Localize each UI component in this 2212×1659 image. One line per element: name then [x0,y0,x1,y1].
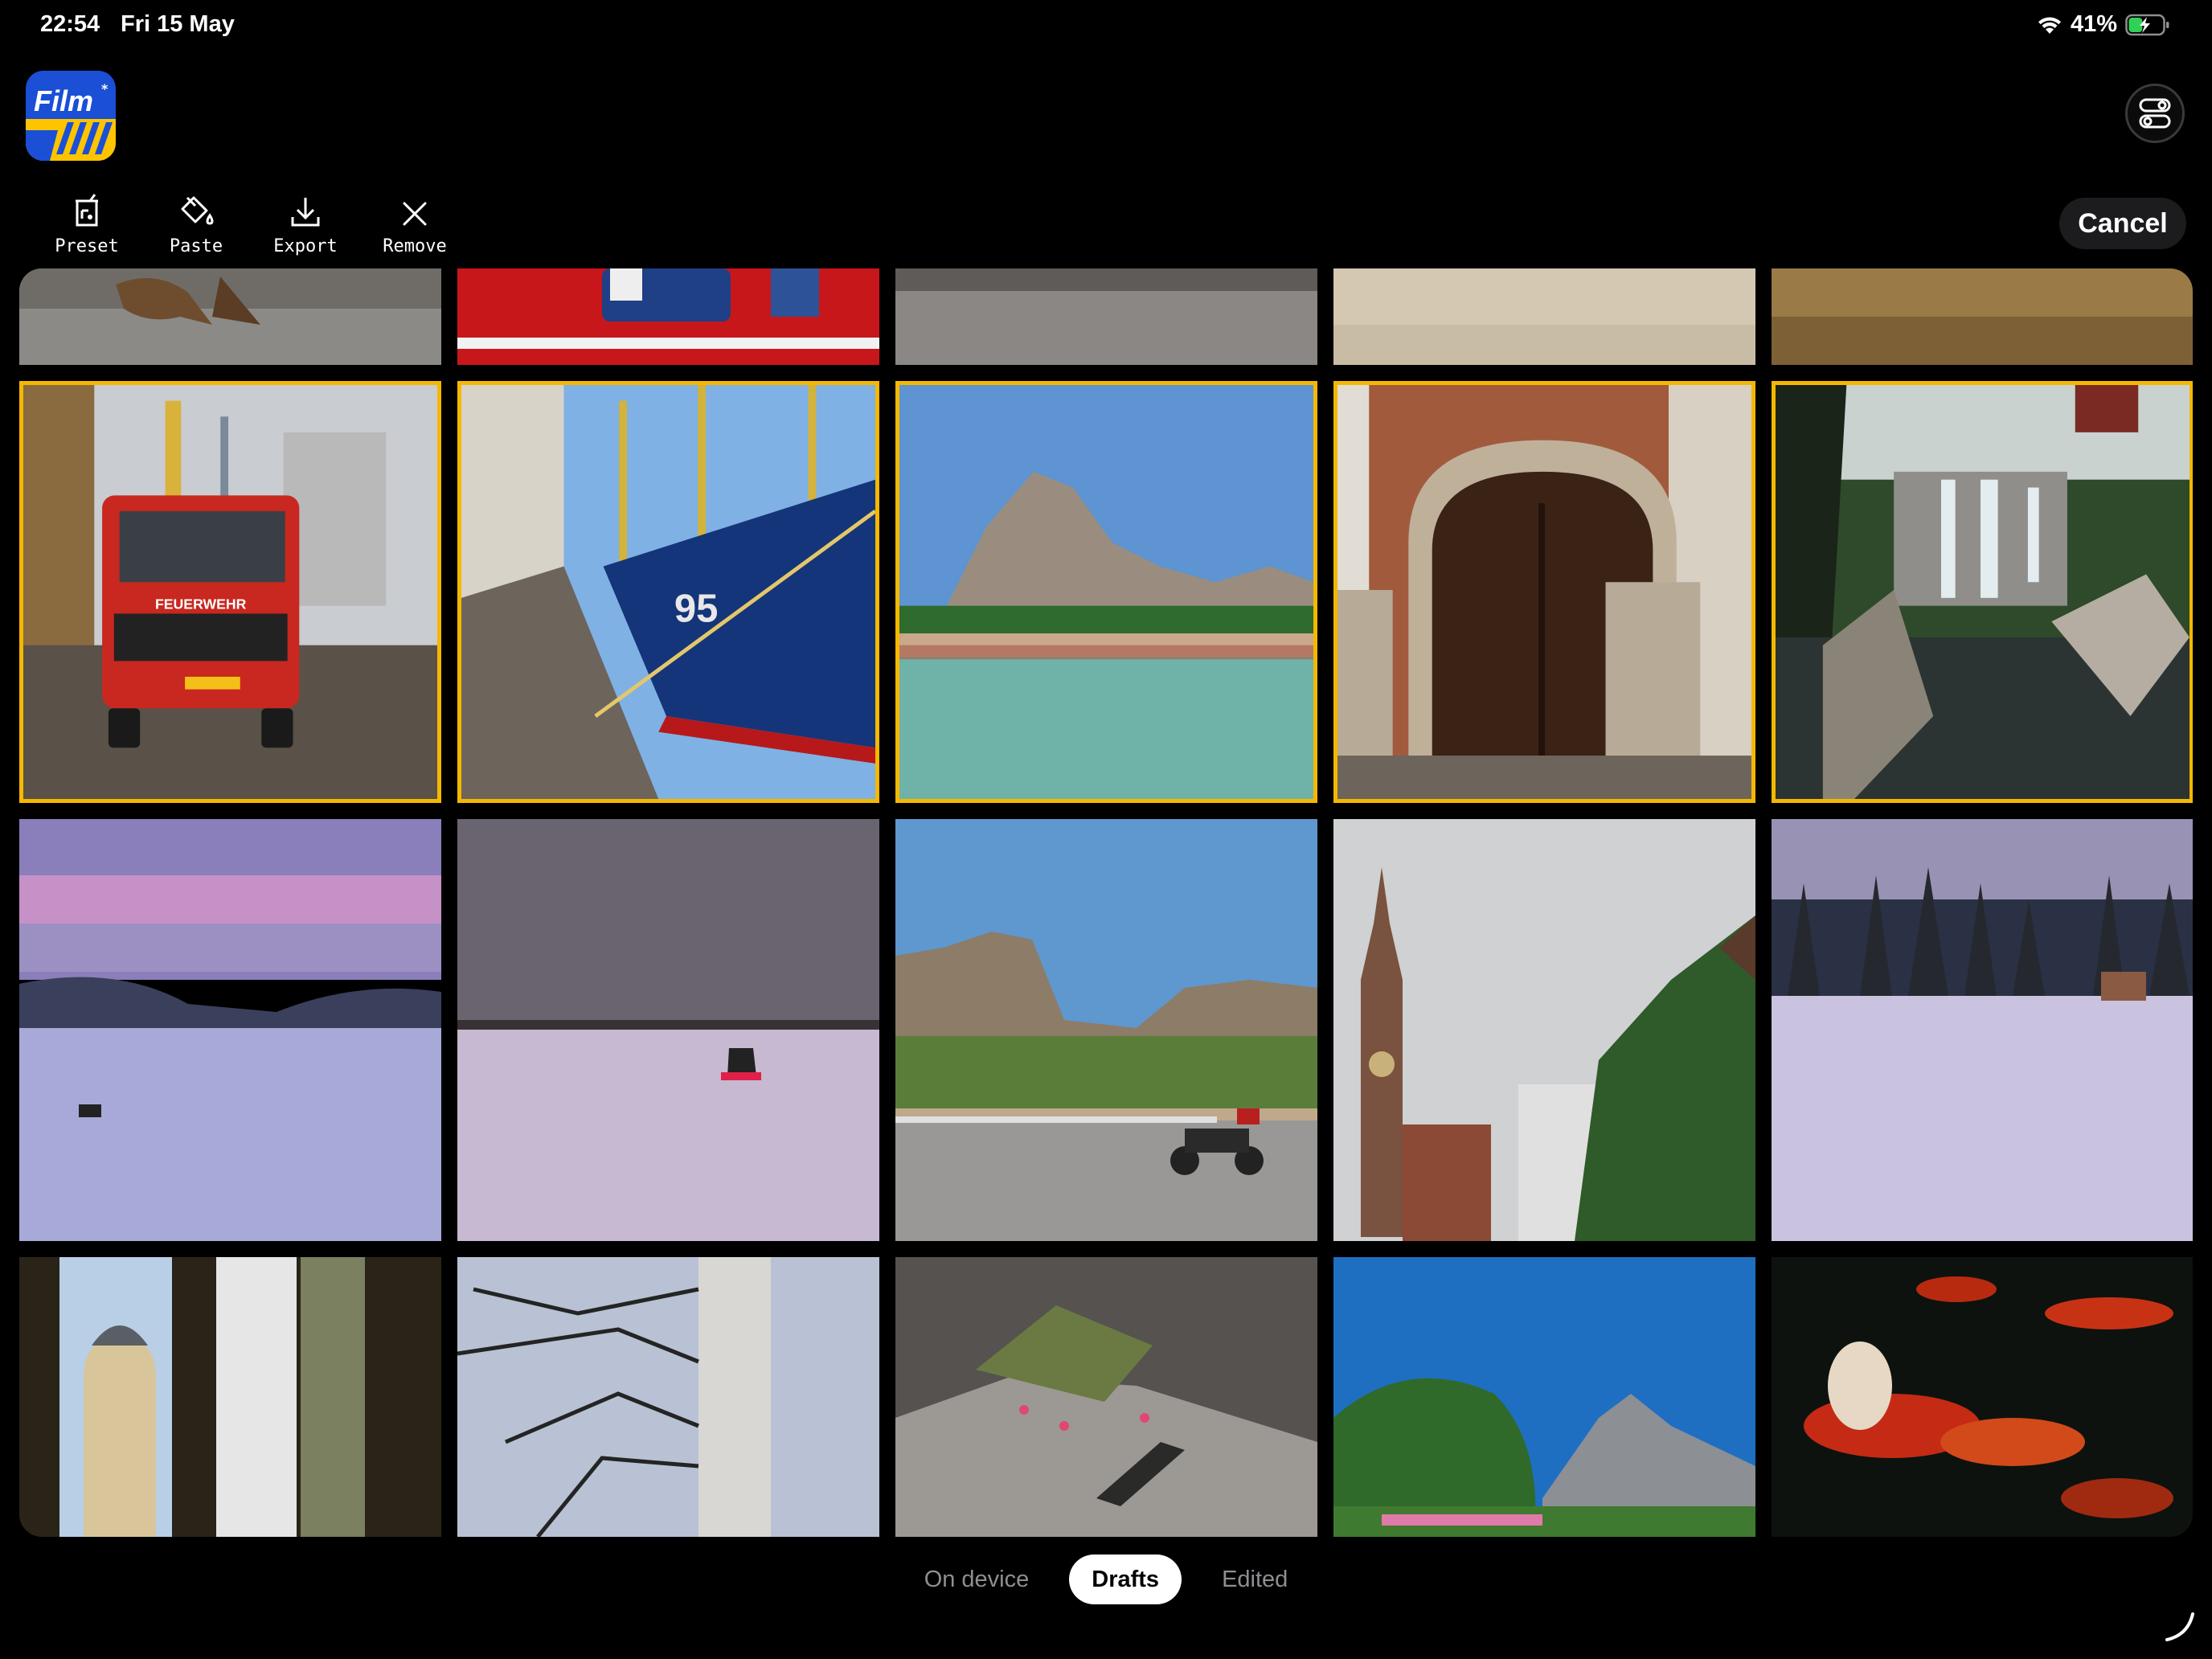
fire-truck-text: FEUERWEHR [155,596,247,612]
paint-bucket-icon [181,196,214,225]
remove-button[interactable]: Remove [360,186,469,267]
svg-text:*: * [101,81,109,96]
app-logo-text: Film [34,84,93,117]
boat-number-text: 95 [674,587,719,630]
status-time: 22:54 [40,11,100,37]
wifi-icon [2038,16,2061,34]
segment-on-device[interactable]: On device [902,1555,1052,1604]
paste-button[interactable]: Paste [141,186,251,267]
photo-red-fire-truck-harbour[interactable]: FEUERWEHR [19,381,441,803]
photo-blue-fishing-boat[interactable]: 95 [457,381,879,803]
segment-edited[interactable]: Edited [1199,1555,1310,1604]
photo-red-boat-hull[interactable] [457,268,879,365]
preset-icon [76,194,98,227]
photo-gdansk-town-hall[interactable] [1333,819,1755,1241]
export-label: Export [273,236,338,256]
photo-grid: FEUERWEHR 95 [19,268,2193,1537]
photo-snowmobile-on-ice[interactable] [457,819,879,1241]
paste-label: Paste [169,236,223,256]
toggles-button[interactable] [2125,84,2185,143]
source-segmented-control: On device Drafts Edited [0,1555,2212,1604]
remove-label: Remove [383,236,447,256]
battery-percent: 41% [2070,11,2117,37]
photo-frosted-birch-tree[interactable] [457,1257,879,1537]
app-logo: Film * [26,71,116,161]
photo-pine-tree-mountain[interactable] [1333,1257,1755,1537]
preset-label: Preset [55,236,119,256]
preset-button[interactable]: Preset [32,186,141,267]
photo-granite-stone[interactable] [895,268,1317,365]
photo-lizard-on-rock[interactable] [895,1257,1317,1537]
battery-charging-icon [2125,14,2169,35]
close-icon [403,202,427,226]
cancel-button[interactable]: Cancel [2059,198,2186,249]
corner-resize-icon[interactable] [2164,1611,2196,1643]
download-icon [291,198,320,227]
photo-koi-fish[interactable] [1772,1257,2193,1537]
photo-dry-grass[interactable] [1772,268,2193,365]
photo-snowy-pine-forest[interactable] [1772,819,2193,1241]
photo-dome-through-window[interactable] [19,1257,441,1537]
toggles-icon [2139,98,2171,129]
edit-toolbar: Preset Paste Export Remove [32,186,469,267]
photo-beach-mountain[interactable] [895,381,1317,803]
photo-japanese-garden-waterfall[interactable] [1772,381,2193,803]
photo-scooter-mountain-road[interactable] [895,819,1317,1241]
photo-arched-wooden-door[interactable] [1333,381,1755,803]
status-bar: 22:54 Fri 15 May 41% [0,0,2212,51]
photo-frozen-lake-purple-dusk[interactable] [19,819,441,1241]
segment-drafts[interactable]: Drafts [1069,1555,1182,1604]
status-date: Fri 15 May [121,11,235,37]
photo-sand[interactable] [1333,268,1755,365]
photo-bird-on-rock[interactable] [19,268,441,365]
export-button[interactable]: Export [251,186,360,267]
status-right: 41% [2037,11,2170,38]
